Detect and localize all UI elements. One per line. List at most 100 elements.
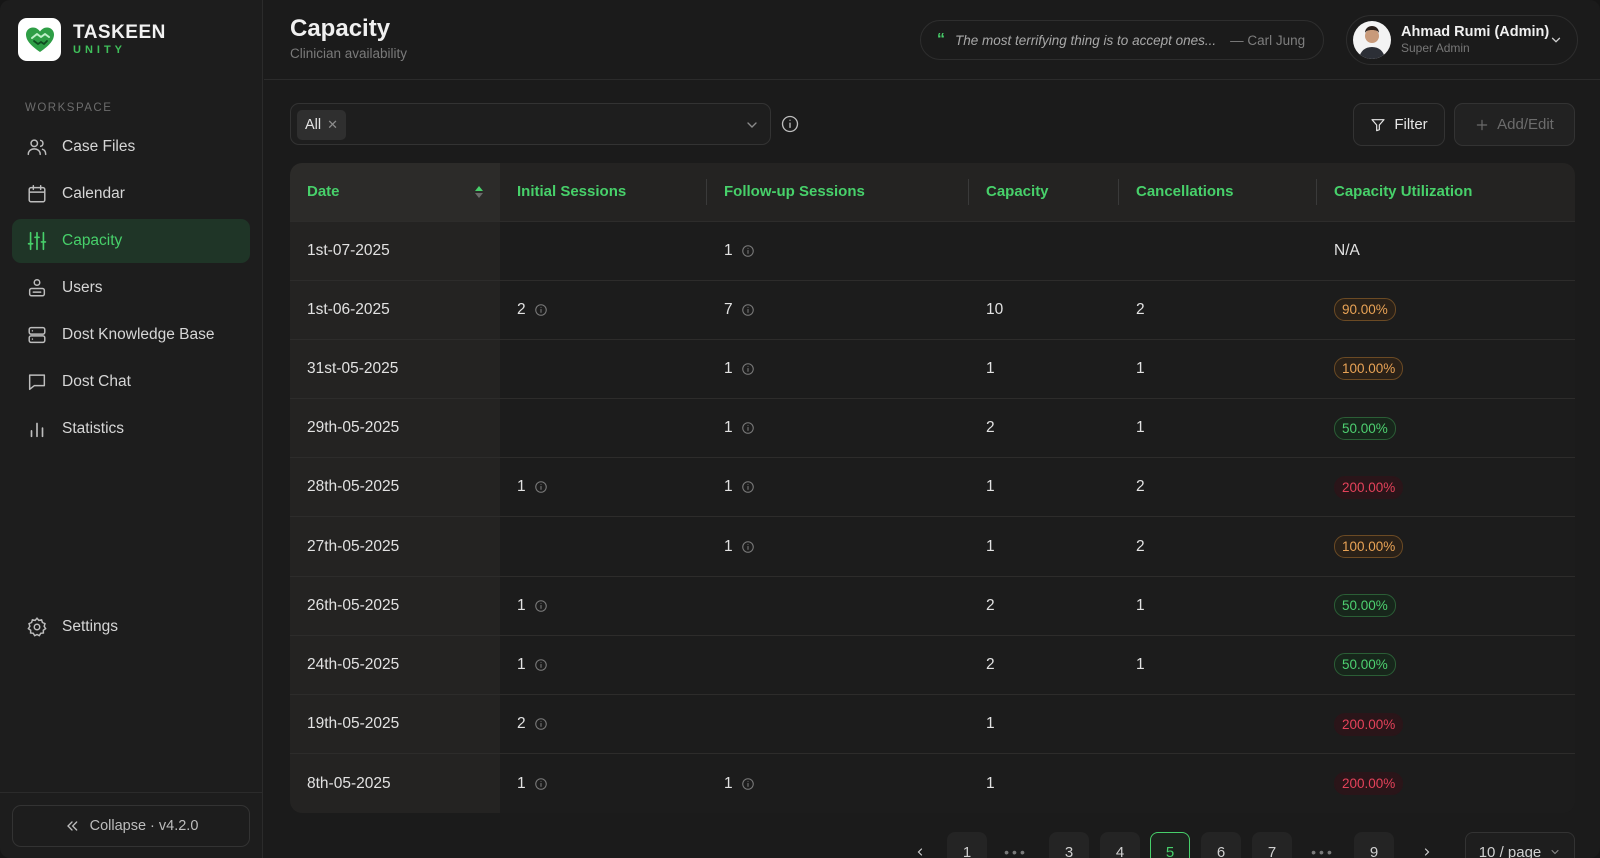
- add-edit-button[interactable]: Add/Edit: [1454, 103, 1575, 146]
- status-badge: 200.00%: [1334, 475, 1404, 499]
- clinician-select[interactable]: All ✕: [290, 103, 771, 145]
- user-role: Super Admin: [1401, 41, 1470, 55]
- table-header-row: Date Initial Sessions Follow-up Sessions…: [290, 163, 1575, 221]
- cell-initial-sessions: 1: [500, 753, 707, 813]
- sidebar-item-dost-knowledge-base[interactable]: Dost Knowledge Base: [12, 313, 250, 357]
- cell-capacity-utilization: N/A: [1317, 220, 1575, 281]
- cell-value: 1: [724, 537, 733, 555]
- filter-button[interactable]: Filter: [1353, 103, 1445, 146]
- column-header-date[interactable]: Date: [290, 163, 500, 221]
- plus-icon: [1476, 119, 1488, 130]
- cell-value: 1: [724, 241, 733, 259]
- page-button[interactable]: 3: [1049, 832, 1089, 858]
- sidebar-item-label: Dost Knowledge Base: [62, 326, 215, 343]
- cell-value: 10: [986, 300, 1004, 318]
- sidebar-item-users[interactable]: Users: [12, 266, 250, 310]
- logo-heart-icon: [18, 18, 61, 61]
- info-icon[interactable]: [741, 421, 755, 435]
- chevrons-left-icon: [66, 821, 77, 831]
- sidebar-item-calendar[interactable]: Calendar: [12, 172, 250, 216]
- page-button[interactable]: 7: [1252, 832, 1292, 858]
- info-icon[interactable]: [534, 480, 548, 494]
- ellipsis-icon[interactable]: •••: [1303, 832, 1343, 858]
- table-row[interactable]: 28th-05-2025 1 1 1 2 200.00%: [290, 457, 1575, 517]
- table-row[interactable]: 24th-05-2025 1 2 1 50.00%: [290, 634, 1575, 695]
- table-row[interactable]: 8th-05-2025 1 1 1 200.00%: [290, 753, 1575, 813]
- sidebar-item-label: Calendar: [62, 185, 125, 202]
- cell-value: 26th-05-2025: [307, 596, 400, 614]
- cell-value: 1: [1136, 419, 1145, 437]
- info-icon[interactable]: [741, 480, 755, 494]
- sidebar-item-statistics[interactable]: Statistics: [12, 407, 250, 451]
- info-icon[interactable]: [741, 303, 755, 317]
- cell-cancellations: [1119, 693, 1317, 754]
- page-button[interactable]: 1: [947, 832, 987, 858]
- sidebar-item-dost-chat[interactable]: Dost Chat: [12, 360, 250, 404]
- table-row[interactable]: 29th-05-2025 1 2 1 50.00%: [290, 398, 1575, 458]
- page-size-select[interactable]: 10 / page: [1465, 832, 1575, 858]
- cell-capacity: 2: [969, 398, 1119, 458]
- status-badge: 100.00%: [1334, 357, 1404, 381]
- sort-icon[interactable]: [474, 185, 484, 199]
- status-badge: 50.00%: [1334, 653, 1396, 677]
- table-row[interactable]: 19th-05-2025 2 1 200.00%: [290, 693, 1575, 754]
- page-button-current[interactable]: 5: [1150, 832, 1190, 858]
- cell-follow-up-sessions: 1: [707, 398, 969, 458]
- table-row[interactable]: 1st-07-2025 1 N/A: [290, 220, 1575, 281]
- table-row[interactable]: 1st-06-2025 2 7 10 2 90.00%: [290, 279, 1575, 340]
- info-icon[interactable]: [534, 303, 548, 317]
- cell-initial-sessions: 2: [500, 279, 707, 340]
- table-row[interactable]: 31st-05-2025 1 1 1 100.00%: [290, 338, 1575, 399]
- info-icon[interactable]: [534, 777, 548, 791]
- cell-value: 1: [1136, 596, 1145, 614]
- info-icon[interactable]: [741, 777, 755, 791]
- cell-value: 2: [1136, 300, 1145, 318]
- info-icon[interactable]: [741, 540, 755, 554]
- next-page-button[interactable]: [1412, 832, 1442, 858]
- chevron-left-icon: [917, 848, 923, 856]
- sidebar-item-label: Case Files: [62, 138, 136, 155]
- cell-value: 29th-05-2025: [307, 419, 400, 437]
- page-button[interactable]: 9: [1354, 832, 1394, 858]
- quote-author: — Carl Jung: [1230, 32, 1306, 48]
- column-header-initial-sessions: Initial Sessions: [500, 163, 707, 221]
- cell-capacity-utilization: 200.00%: [1317, 457, 1575, 517]
- cell-value: 1: [517, 655, 526, 673]
- page-button[interactable]: 4: [1100, 832, 1140, 858]
- sidebar-item-capacity[interactable]: Capacity: [12, 219, 250, 263]
- sidebar-item-label: Dost Chat: [62, 373, 131, 390]
- sidebar-item-label: Capacity: [62, 232, 123, 249]
- cell-date: 31st-05-2025: [290, 338, 500, 399]
- cell-date: 8th-05-2025: [290, 753, 500, 813]
- column-header-capacity-utilization: Capacity Utilization: [1317, 163, 1575, 221]
- cell-cancellations: 2: [1119, 516, 1317, 577]
- table-row[interactable]: 26th-05-2025 1 2 1 50.00%: [290, 575, 1575, 636]
- page-title: Capacity: [290, 15, 391, 42]
- cell-follow-up-sessions: 1: [707, 220, 969, 281]
- sidebar-divider: [0, 792, 263, 793]
- sidebar-item-case-files[interactable]: Case Files: [12, 125, 250, 169]
- info-icon[interactable]: [741, 362, 755, 376]
- brand[interactable]: TASKEEN UNITY: [18, 18, 166, 61]
- column-header-cancellations: Cancellations: [1119, 163, 1317, 221]
- page-button[interactable]: 6: [1201, 832, 1241, 858]
- column-header-follow-up-sessions: Follow-up Sessions: [707, 163, 969, 221]
- info-icon[interactable]: [780, 114, 800, 134]
- user-menu[interactable]: Ahmad Rumi (Admin) Super Admin: [1346, 15, 1578, 65]
- app-window: TASKEEN UNITY WORKSPACE Case Files Calen…: [0, 0, 1600, 858]
- close-icon[interactable]: ✕: [327, 117, 338, 133]
- cell-date: 24th-05-2025: [290, 634, 500, 695]
- cell-date: 29th-05-2025: [290, 398, 500, 458]
- cell-initial-sessions: [500, 398, 707, 458]
- sidebar-item-settings[interactable]: Settings: [12, 605, 250, 649]
- cell-cancellations: 2: [1119, 279, 1317, 340]
- collapse-button[interactable]: Collapse · v4.2.0: [12, 805, 250, 847]
- info-icon[interactable]: [741, 244, 755, 258]
- info-icon[interactable]: [534, 658, 548, 672]
- sidebar: TASKEEN UNITY WORKSPACE Case Files Calen…: [0, 0, 263, 858]
- ellipsis-icon[interactable]: •••: [996, 832, 1036, 858]
- table-row[interactable]: 27th-05-2025 1 1 2 100.00%: [290, 516, 1575, 577]
- info-icon[interactable]: [534, 599, 548, 613]
- prev-page-button[interactable]: [905, 832, 935, 858]
- info-icon[interactable]: [534, 717, 548, 731]
